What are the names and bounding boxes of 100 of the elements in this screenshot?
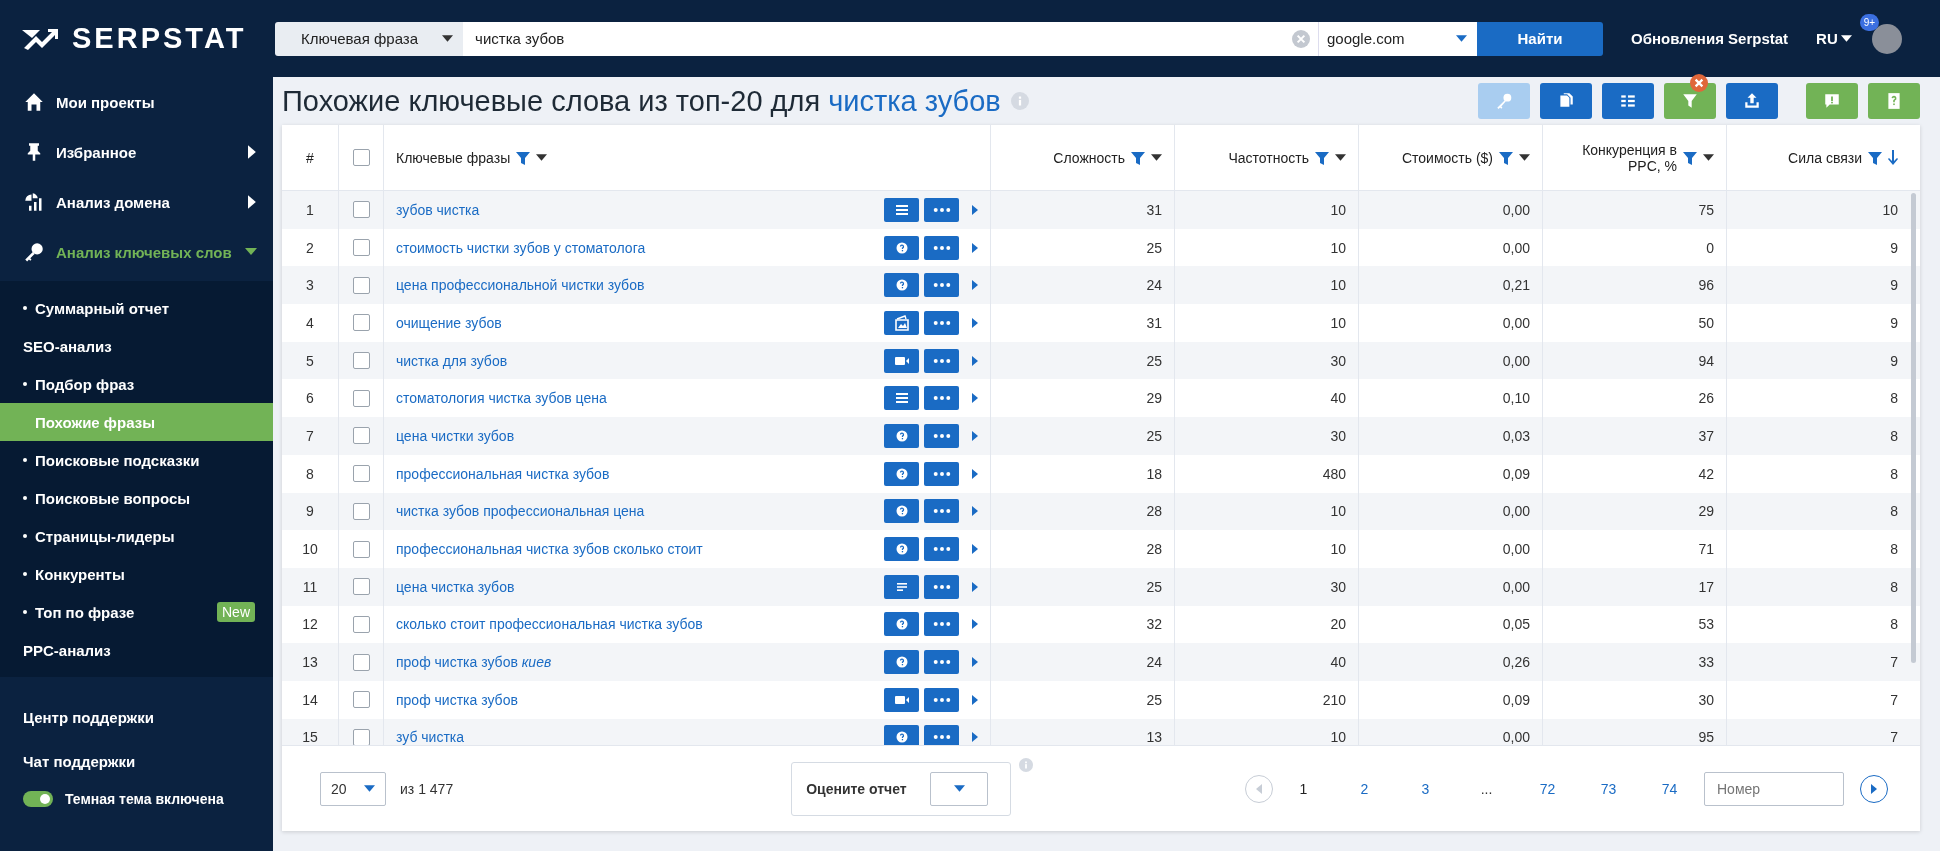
- row-checkbox[interactable]: [352, 691, 370, 709]
- keyword-link[interactable]: зуб чистка: [396, 729, 879, 745]
- copy-tool-button[interactable]: [1540, 83, 1592, 119]
- more-button[interactable]: [924, 386, 959, 411]
- search-button[interactable]: Найти: [1477, 21, 1603, 56]
- more-button[interactable]: [924, 612, 959, 637]
- more-button[interactable]: [924, 574, 959, 599]
- nav-subitem[interactable]: Топ по фразе New: [0, 593, 273, 631]
- nav-item[interactable]: Анализ ключевых слов: [0, 227, 273, 277]
- nav-section-heading[interactable]: SEO-анализ: [0, 327, 273, 365]
- language-dropdown[interactable]: RU: [1816, 30, 1852, 47]
- expand-row-icon[interactable]: [972, 355, 978, 366]
- filter-icon[interactable]: [1314, 149, 1330, 166]
- remove-filter-icon[interactable]: [1690, 74, 1708, 92]
- caret-down-icon[interactable]: [1703, 154, 1714, 161]
- keyword-link[interactable]: чистка для зубов: [396, 352, 879, 369]
- theme-toggle[interactable]: [23, 791, 53, 807]
- more-button[interactable]: [924, 537, 959, 562]
- expand-row-icon[interactable]: [972, 732, 978, 743]
- caret-down-icon[interactable]: [1151, 154, 1162, 161]
- keyword-link[interactable]: цена профессиональной чистки зубов: [396, 277, 879, 294]
- select-all-checkbox[interactable]: [352, 149, 370, 166]
- row-checkbox[interactable]: [352, 653, 370, 671]
- support-link[interactable]: Центр поддержки: [0, 695, 273, 739]
- page-link[interactable]: 1: [1273, 780, 1334, 797]
- page-link[interactable]: 72: [1517, 780, 1578, 797]
- nav-section-heading[interactable]: PPC-анализ: [0, 631, 273, 669]
- nav-item[interactable]: Избранное: [0, 127, 273, 177]
- more-button[interactable]: [924, 687, 959, 712]
- expand-row-icon[interactable]: [972, 657, 978, 668]
- question-feature-button[interactable]: [884, 650, 919, 675]
- columns-tool-button[interactable]: [1602, 83, 1654, 119]
- row-checkbox[interactable]: [352, 465, 370, 483]
- keyword-link[interactable]: профессиональная чистка зубов сколько стоит: [396, 541, 879, 558]
- keyword-link[interactable]: проф чистка зубов: [396, 691, 879, 708]
- caret-down-icon[interactable]: [536, 154, 548, 161]
- video-feature-button[interactable]: [884, 687, 919, 712]
- more-button[interactable]: [924, 235, 959, 260]
- filter-icon[interactable]: [1498, 149, 1514, 166]
- keyword-link[interactable]: цена чистка зубов: [396, 578, 879, 595]
- updates-link[interactable]: Обновления Serpstat: [1631, 30, 1789, 47]
- expand-row-icon[interactable]: [972, 581, 978, 592]
- page-link[interactable]: 2: [1334, 780, 1395, 797]
- row-checkbox[interactable]: [352, 239, 370, 257]
- keyword-link[interactable]: цена чистки зубов: [396, 427, 879, 444]
- video-feature-button[interactable]: [884, 348, 919, 373]
- row-checkbox[interactable]: [352, 615, 370, 633]
- nav-subitem[interactable]: Поисковые подсказки: [0, 441, 273, 479]
- sort-descending-icon[interactable]: [1888, 149, 1898, 166]
- keyword-link[interactable]: очищение зубов: [396, 314, 879, 331]
- column-header[interactable]: Стоимость ($): [1359, 125, 1543, 190]
- page-number-field[interactable]: Номер: [1704, 771, 1844, 806]
- keyword-link[interactable]: проф чистка зубов киев: [396, 654, 879, 671]
- expand-row-icon[interactable]: [972, 242, 978, 253]
- clear-icon[interactable]: [1284, 21, 1318, 56]
- expand-row-icon[interactable]: [972, 393, 978, 404]
- expand-row-icon[interactable]: [972, 619, 978, 630]
- filter-icon[interactable]: [1867, 149, 1883, 166]
- question-feature-button[interactable]: [884, 612, 919, 637]
- list-feature-button[interactable]: [884, 386, 919, 411]
- expand-row-icon[interactable]: [972, 317, 978, 328]
- more-button[interactable]: [924, 273, 959, 298]
- question-feature-button[interactable]: [884, 537, 919, 562]
- filter-icon[interactable]: [1682, 149, 1698, 166]
- caret-down-icon[interactable]: [1519, 154, 1530, 161]
- column-header[interactable]: Частотность: [1175, 125, 1359, 190]
- expand-row-icon[interactable]: [972, 430, 978, 441]
- question-feature-button[interactable]: [884, 235, 919, 260]
- nav-subitem[interactable]: Подбор фраз: [0, 365, 273, 403]
- row-checkbox[interactable]: [352, 728, 370, 745]
- filter-icon[interactable]: [1130, 149, 1146, 166]
- expand-row-icon[interactable]: [972, 506, 978, 517]
- row-checkbox[interactable]: [352, 352, 370, 370]
- column-header[interactable]: Конкуренция в PPC, %: [1543, 125, 1727, 190]
- more-button[interactable]: [924, 423, 959, 448]
- keyword-link[interactable]: профессиональная чистка зубов: [396, 465, 879, 482]
- expand-row-icon[interactable]: [972, 204, 978, 215]
- scrollbar[interactable]: [1911, 193, 1916, 663]
- more-button[interactable]: [924, 650, 959, 675]
- nav-item[interactable]: Анализ домена: [0, 177, 273, 227]
- nav-subitem[interactable]: Суммарный отчет: [0, 289, 273, 327]
- expand-row-icon[interactable]: [972, 468, 978, 479]
- row-checkbox[interactable]: [352, 314, 370, 332]
- expand-row-icon[interactable]: [972, 280, 978, 291]
- row-checkbox[interactable]: [352, 389, 370, 407]
- question-feature-button[interactable]: [884, 725, 919, 745]
- keyword-link[interactable]: чистка зубов профессиональная цена: [396, 503, 879, 520]
- column-header[interactable]: Сила связи: [1727, 125, 1920, 190]
- search-engine-dropdown[interactable]: google.com: [1318, 21, 1477, 56]
- keyword-link[interactable]: стоимость чистки зубов у стоматолога: [396, 239, 879, 256]
- page-link[interactable]: 3: [1395, 780, 1456, 797]
- export-tool-button[interactable]: [1726, 83, 1778, 119]
- row-checkbox[interactable]: [352, 502, 370, 520]
- image-feature-button[interactable]: [884, 310, 919, 335]
- row-checkbox[interactable]: [352, 201, 370, 219]
- nav-item[interactable]: Мои проекты: [0, 77, 273, 127]
- support-link[interactable]: Чат поддержки: [0, 739, 273, 783]
- caret-down-icon[interactable]: [1335, 154, 1346, 161]
- column-header[interactable]: Сложность: [991, 125, 1175, 190]
- page-link[interactable]: 73: [1578, 780, 1639, 797]
